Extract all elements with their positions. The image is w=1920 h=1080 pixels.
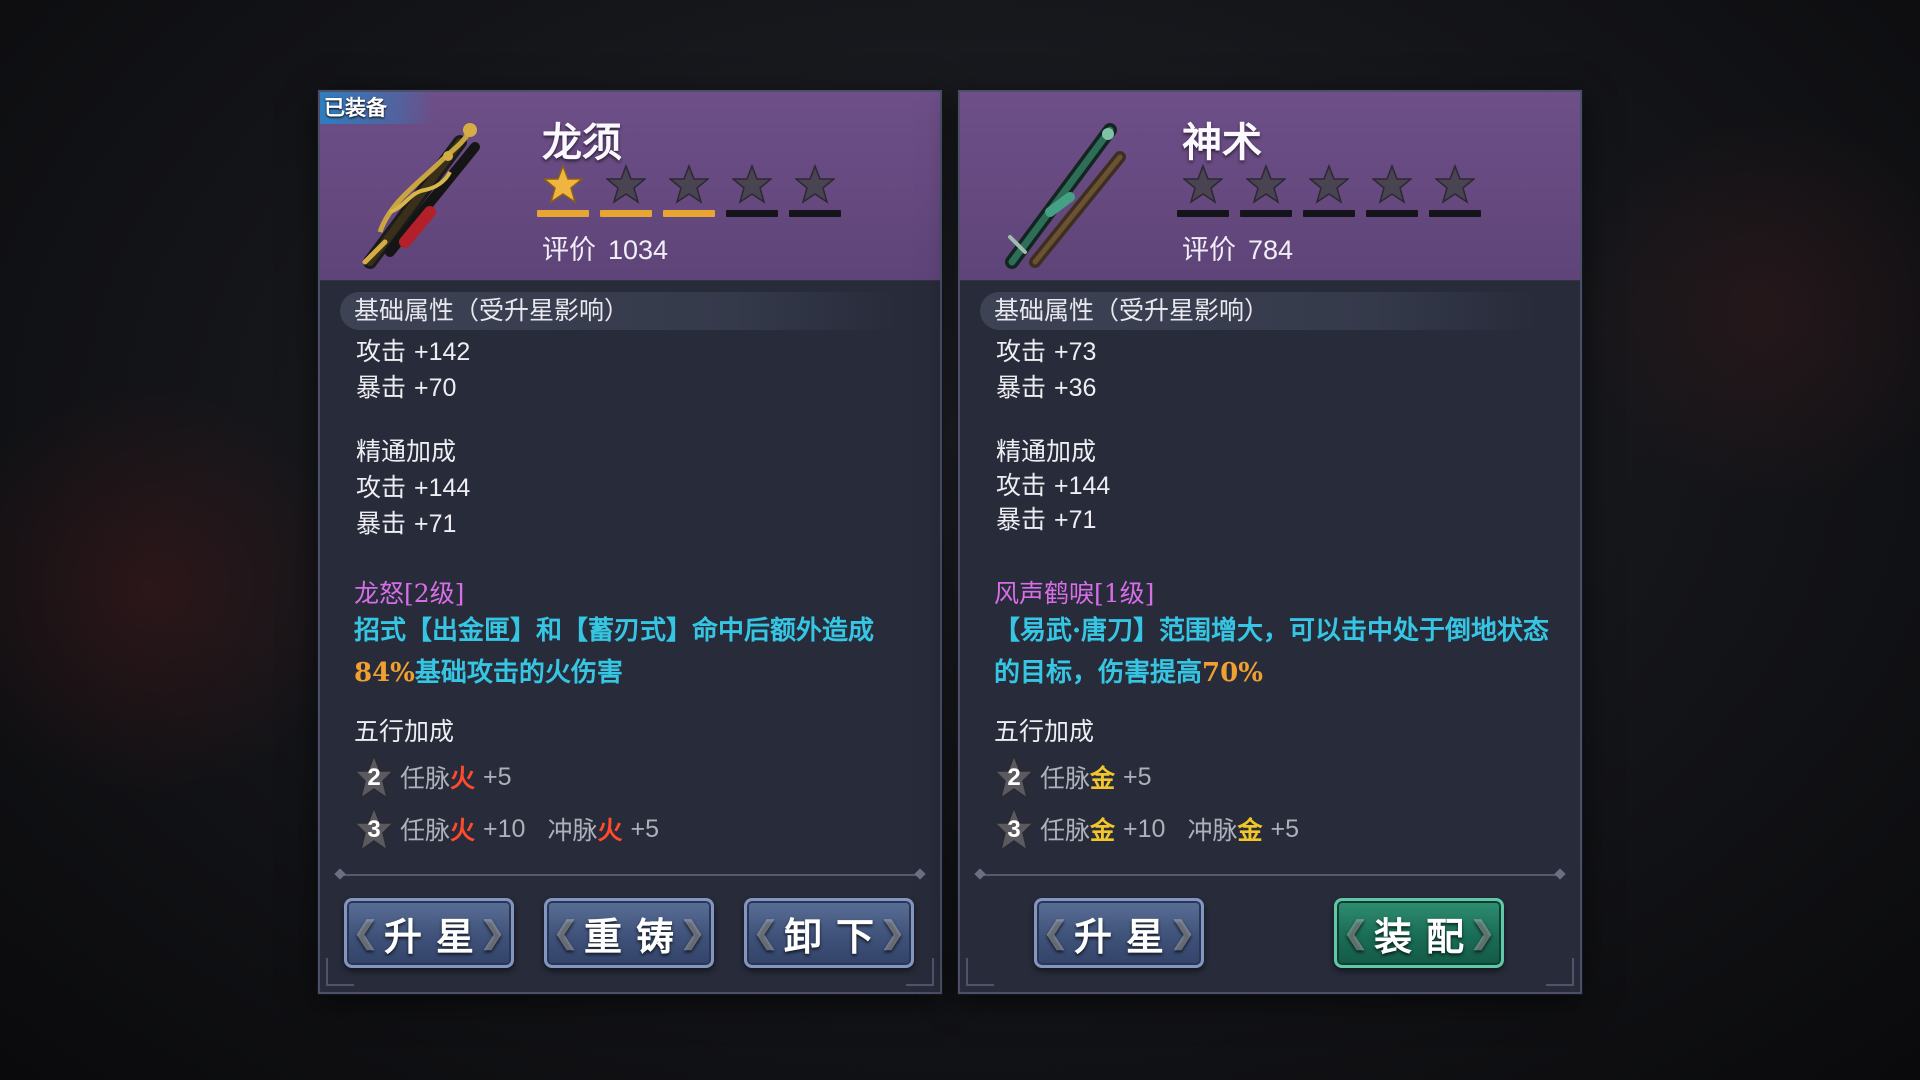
weapon-name: 神术 [1182,119,1262,166]
star-4 [726,164,778,217]
five-elements-row: 2 任脉火 +5 [354,754,534,800]
background-glow [0,380,360,800]
level-star-icon: 3 [994,806,1034,852]
card-body: 基础属性（受升星影响） 攻击 +142 暴击 +70 精通加成 攻击 +144 暴击 +… [320,280,940,992]
base-stat-attack: 攻击 +142 [356,337,471,366]
corner-ornament [1546,958,1574,986]
equip-button[interactable]: ❮ 装配 ❯ [1334,898,1504,968]
card-header: 神术 评价 784 [960,92,1580,281]
background-glow [1580,100,1920,520]
star-empty-icon [795,164,835,204]
rating: 评价 1034 [542,228,668,267]
compare-weapon-card: 神术 评价 784 基础属性（受升星影响） 攻击 +73 暴击 +36 精通加成… [958,90,1582,994]
upgrade-star-button[interactable]: ❮ 升星 ❯ [1034,898,1204,968]
reforge-button[interactable]: ❮ 重铸 ❯ [544,898,714,968]
divider [980,874,1560,876]
five-elements-row: 2 任脉金 +5 [994,754,1174,800]
star-rating [537,164,841,217]
five-elements-row: 3 任脉火 +10 冲脉火 +5 [354,806,681,852]
skill-title: 风声鹤唳[1级] [994,579,1155,608]
star-empty-icon [1246,164,1286,204]
skill-title: 龙怒[2级] [354,579,465,608]
rating-label: 评价 [1182,235,1236,266]
star-empty-icon [1372,164,1412,204]
base-attributes-title: 基础属性（受升星影响） [340,292,900,330]
star-4 [1366,164,1418,217]
star-3 [1303,164,1355,217]
star-empty-icon [669,164,709,204]
base-stat-crit: 暴击 +70 [356,373,457,402]
level-star-icon: 3 [354,806,394,852]
equipped-weapon-card: 已装备 龙须 评价 1034 基础属性（受升星影响） 攻击 +142 暴击 +7… [318,90,942,994]
corner-ornament [906,958,934,986]
mastery-stat-attack: 攻击 +144 [356,473,471,502]
divider [340,874,920,876]
card-body: 基础属性（受升星影响） 攻击 +73 暴击 +36 精通加成 攻击 +144 暴击 +7… [960,280,1580,992]
card-header: 已装备 龙须 评价 1034 [320,92,940,281]
weapon-longxu-icon [350,112,495,272]
base-attributes-title: 基础属性（受升星影响） [980,292,1540,330]
equipped-tag: 已装备 [320,92,434,124]
star-2 [600,164,652,217]
star-empty-icon [1183,164,1223,204]
upgrade-star-button[interactable]: ❮ 升星 ❯ [344,898,514,968]
star-rating [1177,164,1481,217]
rating: 评价 784 [1182,228,1293,267]
five-elements-row: 3 任脉金 +10 冲脉金 +5 [994,806,1321,852]
base-stat-attack: 攻击 +73 [996,337,1097,366]
base-stat-crit: 暴击 +36 [996,373,1097,402]
unequip-button[interactable]: ❮ 卸下 ❯ [744,898,914,968]
star-empty-icon [1435,164,1475,204]
star-3 [663,164,715,217]
star-empty-icon [1309,164,1349,204]
star-1 [1177,164,1229,217]
skill-description: 招式【出金匣】和【蓄刃式】命中后额外造成84%基础攻击的火伤害 [354,616,875,688]
mastery-stat-attack: 攻击 +144 [996,471,1111,500]
rating-value: 1034 [608,235,669,265]
mastery-title: 精通加成 [996,437,1097,466]
mastery-stat-crit: 暴击 +71 [996,505,1097,534]
mastery-title: 精通加成 [356,437,457,466]
corner-ornament [326,958,354,986]
level-star-icon: 2 [994,754,1034,800]
five-elements-title: 五行加成 [994,717,1095,746]
weapon-shenshu-icon [990,112,1135,272]
rating-label: 评价 [542,235,596,266]
five-elements-title: 五行加成 [354,717,455,746]
star-empty-icon [606,164,646,204]
skill-description: 【易武·唐刀】范围增大，可以击中处于倒地状态的目标，伤害提高70% [994,616,1550,688]
weapon-name: 龙须 [542,119,622,166]
star-2 [1240,164,1292,217]
star-1 [537,164,589,217]
rating-value: 784 [1248,235,1294,265]
star-empty-icon [732,164,772,204]
star-5 [789,164,841,217]
star-5 [1429,164,1481,217]
corner-ornament [966,958,994,986]
star-filled-icon [543,164,583,204]
level-star-icon: 2 [354,754,394,800]
mastery-stat-crit: 暴击 +71 [356,509,457,538]
